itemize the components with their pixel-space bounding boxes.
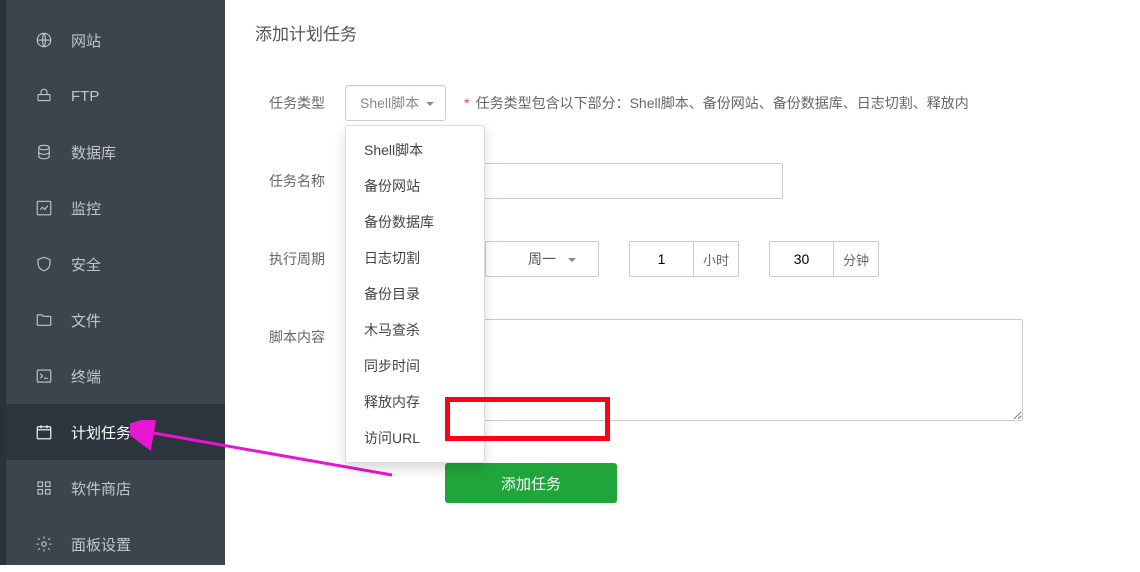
- required-marker: *: [464, 95, 469, 111]
- task-type-option[interactable]: 日志切割: [346, 240, 484, 276]
- cycle-label: 执行周期: [255, 241, 345, 269]
- grid-icon: [35, 479, 53, 497]
- row-submit: 添加任务: [255, 463, 1110, 503]
- week-select[interactable]: 周一: [485, 241, 599, 277]
- task-type-option[interactable]: 木马查杀: [346, 312, 484, 348]
- sidebar-item-label: 数据库: [71, 142, 116, 163]
- week-selected: 周一: [528, 249, 556, 269]
- globe-icon: [35, 31, 53, 49]
- minute-unit: 分钟: [833, 241, 879, 277]
- task-type-option[interactable]: 访问URL: [346, 420, 484, 456]
- script-label: 脚本内容: [255, 319, 345, 347]
- task-name-input[interactable]: [465, 163, 783, 199]
- task-type-dropdown[interactable]: Shell脚本: [345, 85, 446, 121]
- sidebar-strip: [0, 0, 6, 565]
- sidebar-item-label: 网站: [71, 30, 101, 51]
- page-title: 添加计划任务: [255, 20, 1110, 45]
- sidebar-item-database[interactable]: 数据库: [0, 124, 225, 180]
- task-name-label: 任务名称: [255, 163, 345, 191]
- hour-unit: 小时: [693, 241, 739, 277]
- folder-icon: [35, 311, 53, 329]
- submit-button[interactable]: 添加任务: [445, 463, 617, 503]
- sidebar-item-website[interactable]: 网站: [0, 12, 225, 68]
- sidebar-item-security[interactable]: 安全: [0, 236, 225, 292]
- main-content: 添加计划任务 任务类型 Shell脚本 Shell脚本 备份网站 备份数据库 日…: [225, 0, 1140, 565]
- terminal-icon: [35, 367, 53, 385]
- sidebar-item-terminal[interactable]: 终端: [0, 348, 225, 404]
- sidebar-item-softstore[interactable]: 软件商店: [0, 460, 225, 516]
- task-type-hint: 任务类型包含以下部分：Shell脚本、备份网站、备份数据库、日志切割、释放内: [476, 93, 969, 113]
- sidebar-item-cron[interactable]: 计划任务: [0, 404, 225, 460]
- sidebar-item-label: 文件: [71, 310, 101, 331]
- sidebar-item-monitor[interactable]: 监控: [0, 180, 225, 236]
- task-type-option[interactable]: 备份网站: [346, 168, 484, 204]
- task-type-option[interactable]: 备份数据库: [346, 204, 484, 240]
- sidebar-item-label: FTP: [71, 88, 99, 105]
- script-textarea[interactable]: [465, 319, 1023, 421]
- sidebar-item-ftp[interactable]: FTP: [0, 68, 225, 124]
- task-type-option[interactable]: 同步时间: [346, 348, 484, 384]
- task-type-label: 任务类型: [255, 85, 345, 113]
- database-icon: [35, 143, 53, 161]
- sidebar-item-label: 计划任务: [71, 422, 131, 443]
- chart-icon: [35, 199, 53, 217]
- ftp-icon: [35, 87, 53, 105]
- task-type-option[interactable]: 备份目录: [346, 276, 484, 312]
- task-type-selected: Shell脚本: [360, 93, 419, 113]
- task-type-menu: Shell脚本 备份网站 备份数据库 日志切割 备份目录 木马查杀 同步时间 释…: [345, 125, 485, 463]
- hour-input[interactable]: [629, 241, 693, 277]
- shield-icon: [35, 255, 53, 273]
- sidebar-item-file[interactable]: 文件: [0, 292, 225, 348]
- minute-input[interactable]: [769, 241, 833, 277]
- task-type-option[interactable]: 释放内存: [346, 384, 484, 420]
- calendar-icon: [35, 423, 53, 441]
- gear-icon: [35, 535, 53, 553]
- row-task-type: 任务类型 Shell脚本 Shell脚本 备份网站 备份数据库 日志切割 备份目…: [255, 85, 1110, 121]
- sidebar-item-settings[interactable]: 面板设置: [0, 516, 225, 572]
- sidebar-item-label: 面板设置: [71, 534, 131, 555]
- sidebar: 网站 FTP 数据库 监控 安全 文件 终端 计划任务: [0, 0, 225, 565]
- sidebar-item-label: 监控: [71, 198, 101, 219]
- sidebar-item-label: 安全: [71, 254, 101, 275]
- task-type-option[interactable]: Shell脚本: [346, 132, 484, 168]
- sidebar-item-label: 终端: [71, 366, 101, 387]
- sidebar-item-label: 软件商店: [71, 478, 131, 499]
